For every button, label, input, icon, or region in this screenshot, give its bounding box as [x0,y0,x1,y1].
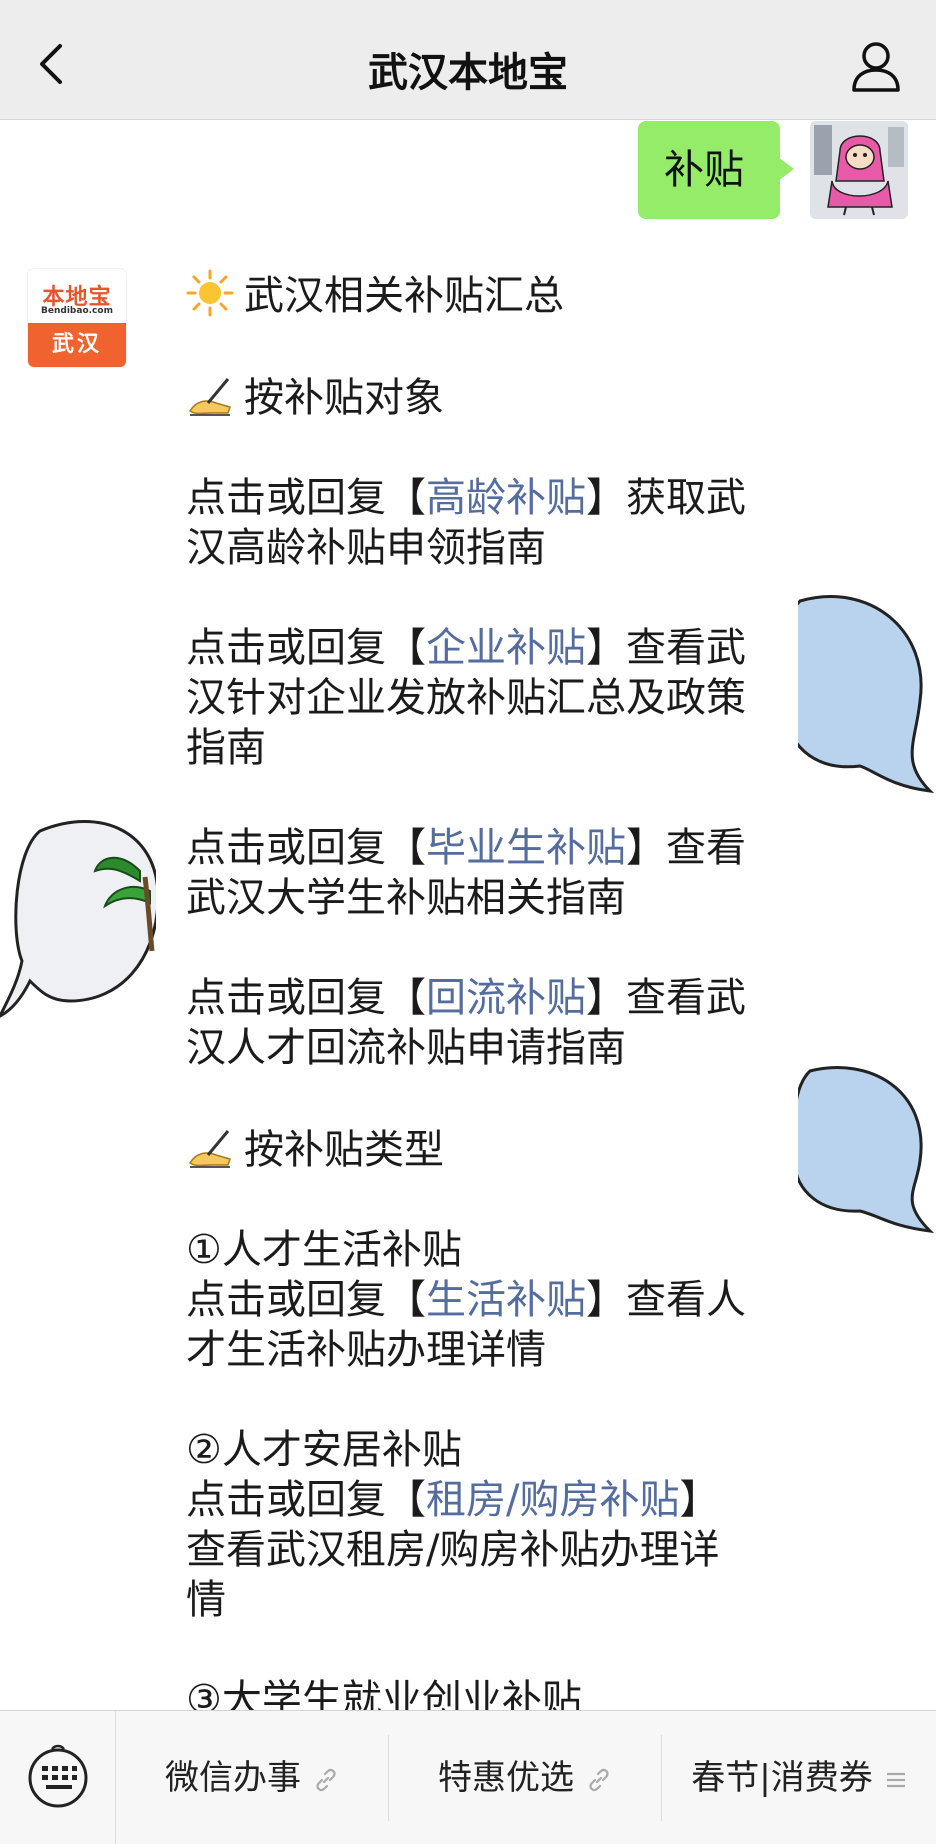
item-text: 点击或回复【 [186,975,426,1021]
type-title: ①人才生活补贴 [186,1227,462,1273]
section-title-by-target: 按补贴对象 [186,371,798,423]
item-text: 点击或回复【 [186,475,426,521]
menu-item-wechat-services[interactable]: 微信办事 [116,1711,388,1844]
logo-city: 武汉 [28,323,126,367]
item-text: 】查看 [626,825,746,871]
menu-item-label: 春节|消费券 [691,1758,873,1798]
keyword-link-housing-subsidy[interactable]: 租房/购房补贴 [426,1477,679,1523]
item-text: 点击或回复【 [186,1277,426,1323]
item-text: 指南 [186,725,266,771]
speech-bubble-doodle-icon [780,595,935,794]
logo-subtext: Bendibao.com [41,306,113,316]
keyword-link-living-subsidy[interactable]: 生活补贴 [426,1277,586,1323]
top-nav-bar: 武汉本地宝 [0,0,936,120]
message-heading: 武汉相关补贴汇总 [186,269,798,321]
item-text: 点击或回复【 [186,625,426,671]
keyword-link-elderly-subsidy[interactable]: 高龄补贴 [426,475,586,521]
section-title-text: 按补贴对象 [244,375,444,421]
sun-icon [186,269,234,317]
chat-area[interactable]: 补贴 本地宝 Bendibao.com 武汉 武汉相关补贴汇总 按补贴对象 点击… [0,121,936,1710]
speech-bubble-doodle-icon [791,1066,935,1234]
section-title-by-type: 按补贴类型 [186,1123,798,1175]
item-text: 汉高龄补贴申领指南 [186,525,546,571]
menu-item-label: 微信办事 [165,1758,301,1798]
bottom-menu-bar: 微信办事 特惠优选 春节|消费券 [0,1710,936,1844]
item-text: 汉针对企业发放补贴汇总及政策 [186,675,746,721]
item-text: 】查看武 [586,625,746,671]
item-text: 】查看人 [586,1277,746,1323]
user-avatar[interactable] [810,121,908,219]
keyword-link-return-subsidy[interactable]: 回流补贴 [426,975,586,1021]
item-text: 】获取武 [586,475,746,521]
official-account-profile-button[interactable] [846,38,906,94]
item-text: 】查看武 [586,975,746,1021]
item-text: 】 [679,1477,720,1523]
heading-text: 武汉相关补贴汇总 [244,273,564,319]
writing-hand-icon [188,378,231,416]
bot-message: 武汉相关补贴汇总 按补贴对象 点击或回复【高龄补贴】获取武 汉高龄补贴申领指南 … [156,269,798,1710]
keyboard-icon [28,1744,88,1808]
type-title: ②人才安居补贴 [186,1427,462,1473]
menu-item-spring-festival-coupons[interactable]: 春节|消费券 [662,1711,936,1844]
keyboard-toggle-button[interactable] [0,1711,116,1844]
link-icon [589,1768,609,1791]
item-text: 汉人才回流补贴申请指南 [186,1025,626,1071]
speech-bubble-palm-doodle-icon [0,820,160,1018]
person-icon [852,42,900,92]
writing-hand-icon [188,1130,231,1168]
bot-avatar[interactable]: 本地宝 Bendibao.com 武汉 [28,269,126,367]
keyword-link-graduate-subsidy[interactable]: 毕业生补贴 [426,825,626,871]
item-text: 情 [186,1577,226,1623]
cartoon-avatar-icon [810,121,908,219]
item-text: 武汉大学生补贴相关指南 [186,875,626,921]
keyword-link-enterprise-subsidy[interactable]: 企业补贴 [426,625,586,671]
section-title-text: 按补贴类型 [244,1127,444,1173]
link-icon [316,1768,336,1791]
item-text: 点击或回复【 [186,1477,426,1523]
item-text: 才生活补贴办理详情 [186,1327,546,1373]
item-text: 查看武汉租房/购房补贴办理详 [186,1527,720,1573]
item-text: 点击或回复【 [186,825,426,871]
menu-item-special-offers[interactable]: 特惠优选 [389,1711,661,1844]
list-icon [886,1772,905,1787]
menu-item-label: 特惠优选 [438,1758,574,1798]
page-title: 武汉本地宝 [368,50,568,96]
user-message-bubble[interactable]: 补贴 [638,121,794,219]
type-title: ③大学生就业创业补贴 [186,1677,582,1710]
